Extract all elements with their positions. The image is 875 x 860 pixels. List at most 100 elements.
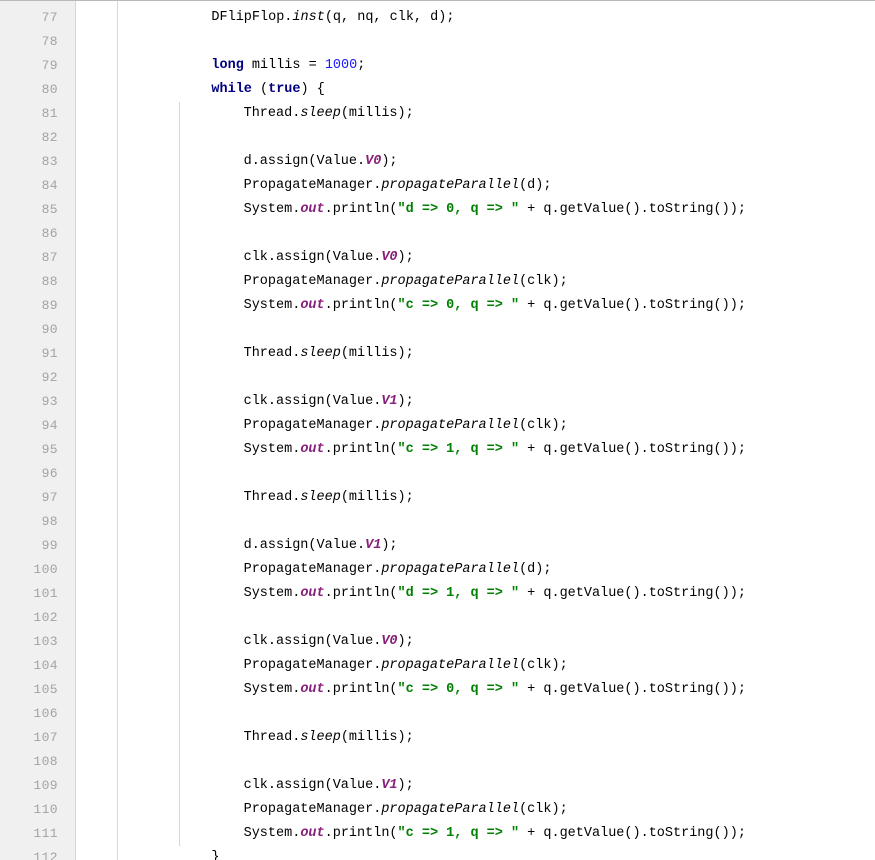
line-number: 92 (41, 370, 58, 385)
code-line[interactable]: Thread.sleep(millis); (118, 102, 414, 126)
code-token-plain: .println( (324, 298, 398, 313)
code-token-enumv: V1 (381, 394, 398, 409)
code-token-plain: System. (243, 202, 301, 217)
line-number: 78 (41, 34, 58, 49)
line-number: 110 (33, 802, 58, 817)
code-line[interactable] (118, 126, 147, 150)
code-token-plain: DFlipFlop. (211, 10, 293, 25)
code-line[interactable]: PropagateManager.propagateParallel(clk); (118, 798, 568, 822)
code-token-plain: clk.assign(Value. (243, 778, 382, 793)
code-editor[interactable]: 77 78 79 80 81 82 83 84 85 86 87 88 89 90 91 92 93 94 95 96… (0, 0, 875, 860)
line-number: 108 (33, 754, 58, 769)
code-line[interactable]: Thread.sleep(millis); (118, 342, 414, 366)
code-line[interactable]: DFlipFlop.inst(q, nq, clk, d); (118, 6, 454, 30)
code-token-plain: } (211, 850, 220, 860)
code-token-meth: sleep (300, 490, 341, 505)
line-number: 98 (41, 514, 58, 529)
code-line[interactable] (118, 318, 147, 342)
code-token-plain: (millis); (340, 490, 414, 505)
code-line[interactable] (118, 750, 147, 774)
code-token-plain: d.assign(Value. (243, 154, 366, 169)
code-token-str: "c => 0, q => " (397, 298, 520, 313)
line-number: 95 (41, 442, 58, 457)
line-number: 111 (33, 826, 58, 841)
code-line[interactable]: long millis = 1000; (118, 54, 365, 78)
code-line[interactable]: PropagateManager.propagateParallel(clk); (118, 414, 568, 438)
code-line[interactable]: System.out.println("d => 0, q => " + q.g… (118, 198, 746, 222)
code-line[interactable]: PropagateManager.propagateParallel(d); (118, 558, 552, 582)
code-line[interactable] (118, 366, 147, 390)
code-line[interactable]: d.assign(Value.V1); (118, 534, 398, 558)
code-token-kw: while (211, 82, 252, 97)
code-line[interactable] (118, 30, 147, 54)
code-token-field: out (300, 826, 325, 841)
code-token-str: "d => 0, q => " (397, 202, 520, 217)
line-number: 91 (41, 346, 58, 361)
code-token-plain: millis = (243, 58, 325, 73)
code-line[interactable]: System.out.println("c => 1, q => " + q.g… (118, 438, 746, 462)
code-token-str: "c => 0, q => " (397, 682, 520, 697)
code-token-plain: PropagateManager. (243, 562, 382, 577)
code-token-plain: System. (243, 298, 301, 313)
code-token-plain: ); (397, 250, 414, 265)
code-text-area[interactable]: DFlipFlop.inst(q, nq, clk, d); long milli… (118, 1, 875, 860)
code-token-plain: .println( (324, 586, 398, 601)
code-line[interactable]: System.out.println("c => 1, q => " + q.g… (118, 822, 746, 846)
code-line[interactable]: clk.assign(Value.V0); (118, 630, 414, 654)
code-line[interactable]: PropagateManager.propagateParallel(clk); (118, 270, 568, 294)
code-token-plain: (millis); (340, 346, 414, 361)
code-line[interactable]: d.assign(Value.V0); (118, 150, 398, 174)
line-number: 107 (33, 730, 58, 745)
code-token-plain: (d); (519, 178, 552, 193)
code-line[interactable] (118, 222, 147, 246)
code-line[interactable]: Thread.sleep(millis); (118, 726, 414, 750)
code-line[interactable]: PropagateManager.propagateParallel(d); (118, 174, 552, 198)
code-token-plain: .println( (324, 826, 398, 841)
code-line[interactable]: clk.assign(Value.V1); (118, 774, 414, 798)
code-token-plain: PropagateManager. (243, 658, 382, 673)
code-token-plain: (clk); (519, 658, 568, 673)
code-line[interactable]: clk.assign(Value.V0); (118, 246, 414, 270)
line-number: 103 (33, 634, 58, 649)
code-line[interactable]: System.out.println("c => 0, q => " + q.g… (118, 678, 746, 702)
code-token-plain: + q.getValue().toString()); (519, 298, 746, 313)
code-token-plain: Thread. (243, 490, 301, 505)
code-line[interactable] (118, 606, 147, 630)
code-token-field: out (300, 202, 325, 217)
code-token-plain: + q.getValue().toString()); (519, 442, 746, 457)
line-number: 85 (41, 202, 58, 217)
code-token-plain: (clk); (519, 274, 568, 289)
line-number: 100 (33, 562, 58, 577)
code-line[interactable]: Thread.sleep(millis); (118, 486, 414, 510)
code-line[interactable]: System.out.println("c => 0, q => " + q.g… (118, 294, 746, 318)
code-token-plain: d.assign(Value. (243, 538, 366, 553)
code-line[interactable]: clk.assign(Value.V1); (118, 390, 414, 414)
code-token-plain: ); (397, 634, 414, 649)
line-number: 81 (41, 106, 58, 121)
code-line[interactable]: } (118, 846, 220, 860)
line-number: 112 (33, 850, 58, 860)
code-folding-gutter[interactable] (76, 1, 117, 860)
code-token-plain: System. (243, 826, 301, 841)
code-line[interactable]: PropagateManager.propagateParallel(clk); (118, 654, 568, 678)
code-line[interactable] (118, 702, 147, 726)
code-token-plain: .println( (324, 202, 398, 217)
line-number-gutter[interactable]: 77 78 79 80 81 82 83 84 85 86 87 88 89 90 91 92 93 94 95 96… (0, 1, 75, 860)
code-token-plain: + q.getValue().toString()); (519, 586, 746, 601)
code-line[interactable] (118, 510, 147, 534)
code-token-plain: PropagateManager. (243, 274, 382, 289)
line-number: 82 (41, 130, 58, 145)
line-number: 109 (33, 778, 58, 793)
code-token-plain: PropagateManager. (243, 418, 382, 433)
code-token-meth: propagateParallel (381, 418, 520, 433)
line-number: 105 (33, 682, 58, 697)
code-token-plain: Thread. (243, 730, 301, 745)
line-number: 84 (41, 178, 58, 193)
code-line[interactable]: while (true) { (118, 78, 325, 102)
code-line[interactable] (118, 462, 147, 486)
line-number: 88 (41, 274, 58, 289)
code-line[interactable]: System.out.println("d => 1, q => " + q.g… (118, 582, 746, 606)
code-token-meth: propagateParallel (381, 802, 520, 817)
code-token-meth: propagateParallel (381, 274, 520, 289)
code-token-plain: ) { (300, 82, 325, 97)
